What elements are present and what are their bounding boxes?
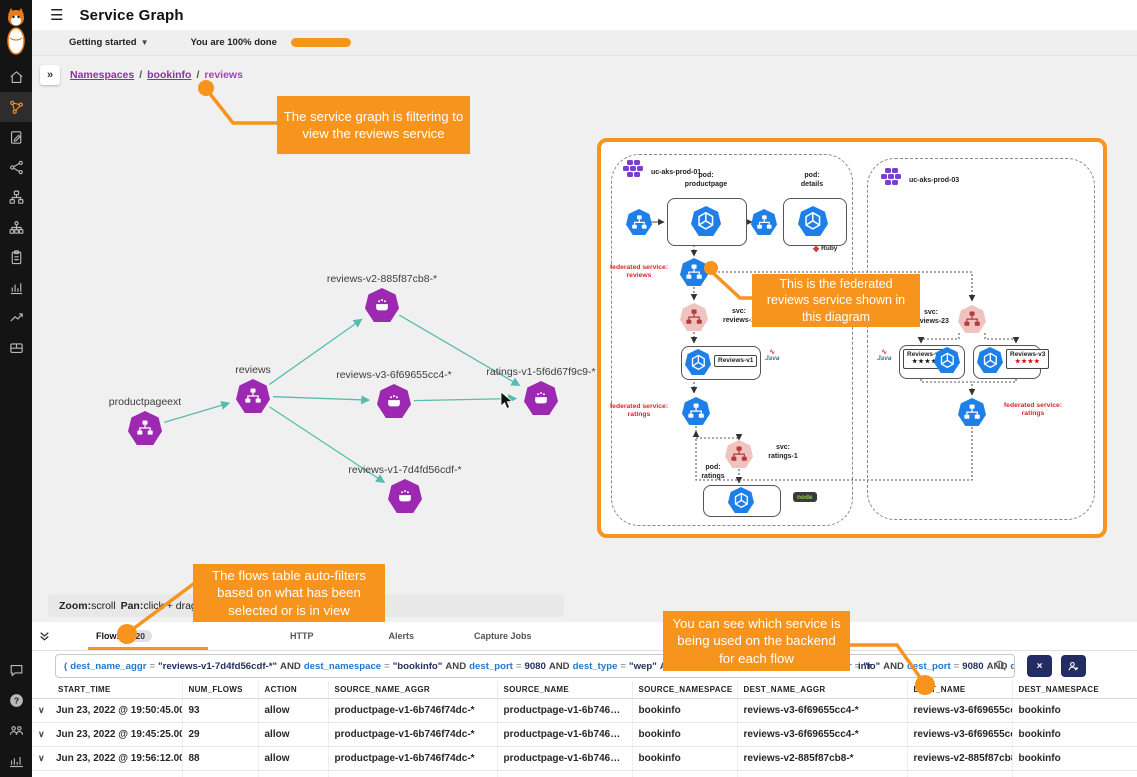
cluster-2-boundary (867, 158, 1095, 520)
java-logo-icon: ∿Java (877, 349, 891, 363)
breadcrumb-reviews: reviews (204, 69, 243, 81)
column-header-source_name[interactable]: SOURCE_NAME (497, 681, 632, 699)
federated-reviews-label: federated service: reviews (603, 264, 675, 281)
pod-ratings-label: pod: ratings (687, 464, 739, 482)
filter-row: (dest_name_aggr="reviews-v1-7d4fd56cdf-*… (32, 651, 1137, 681)
column-header-dest_name[interactable]: DEST_NAME (907, 681, 1012, 699)
breadcrumb: Namespaces / bookinfo / reviews (70, 69, 243, 81)
graph-node-ratings-v1[interactable] (524, 381, 558, 415)
tab-flows[interactable]: Flows20 (86, 622, 162, 650)
breadcrumb-bookinfo[interactable]: bookinfo (147, 69, 191, 81)
cluster-icon (881, 168, 901, 185)
graph-node-label: reviews-v2-885f87cb8-* (327, 273, 437, 285)
reviews-v1-chip: Reviews-v1 (714, 355, 757, 367)
panel-expander-button[interactable]: » (40, 65, 60, 85)
getting-started-dropdown[interactable]: Getting started (69, 37, 137, 48)
sidebar-item-workloads-icon[interactable] (0, 212, 32, 242)
svg-text:?: ? (13, 695, 18, 705)
search-icon (994, 659, 1007, 675)
sidebar-item-dashboards-icon[interactable] (0, 272, 32, 302)
java-logo-icon: ∿Java (765, 349, 779, 363)
sidebar-item-home-icon[interactable] (0, 62, 32, 92)
svc-ratings-1-label: svc: ratings-1 (757, 444, 809, 462)
column-header-source_namespace[interactable]: SOURCE_NAMESPACE (632, 681, 737, 699)
table-row[interactable]: ∨Jun 23, 2022 @ 19:50:45.00093allowprodu… (32, 699, 1137, 723)
sidebar-item-chat-icon[interactable] (0, 655, 32, 685)
pod-productpage-label: pod: productpage (661, 172, 751, 190)
ruby-logo-icon: ◆Ruby (813, 244, 837, 253)
sidebar: ? (0, 0, 32, 777)
row-expand-chevron-icon[interactable]: ∨ (38, 729, 56, 740)
cluster-icon (623, 160, 643, 177)
progress-bar (291, 38, 351, 47)
graph-node-reviews-v1[interactable] (388, 479, 422, 513)
column-header-dest_namespace[interactable]: DEST_NAMESPACE (1012, 681, 1137, 699)
federation-diagram-panel: uc-aks-prod-01 pod: productpage pod: det… (597, 138, 1107, 538)
column-header-num_flows[interactable]: NUM_FLOWS (182, 681, 258, 699)
federated-ratings-label: federated service: ratings (603, 403, 675, 420)
row-expand-chevron-icon[interactable]: ∨ (38, 753, 56, 764)
flows-table: START_TIMENUM_FLOWSACTIONSOURCE_NAME_AGG… (32, 681, 1137, 777)
sidebar-item-users-icon[interactable] (0, 715, 32, 745)
tab-capture-jobs[interactable]: Capture Jobs (464, 622, 542, 650)
service-graph-page: { "app": {"title": "Service Graph"}, "co… (0, 0, 1137, 777)
graph-node-label: ratings-v1-5f6d67f9c9-* (486, 366, 595, 378)
clear-filter-button[interactable]: × (1027, 655, 1052, 677)
breadcrumb-separator: / (139, 69, 142, 81)
flows-panel: Flows20 HTTP Alerts Capture Jobs (dest_name… (32, 622, 1137, 777)
tab-count-badge: 20 (129, 630, 152, 642)
callout-backend: You can see which service is being used … (663, 611, 850, 671)
federated-ratings-2-label: federated service: ratings (993, 402, 1073, 419)
row-expand-chevron-icon[interactable]: ∨ (38, 705, 56, 716)
callout-federated: This is the federated reviews service sh… (752, 274, 920, 327)
sidebar-item-policies-icon[interactable] (0, 122, 32, 152)
sidebar-item-endpoints-icon[interactable] (0, 182, 32, 212)
graph-node-label: reviews (235, 364, 271, 376)
reviews-v3-chip: Reviews-v3★★★★ (1006, 349, 1049, 369)
sidebar-item-help-icon[interactable]: ? (0, 685, 32, 715)
nodejs-logo-icon: node (793, 492, 817, 502)
tab-http[interactable]: HTTP (280, 622, 324, 650)
column-header-action[interactable]: ACTION (258, 681, 328, 699)
service-graph-canvas[interactable]: » Namespaces / bookinfo / reviews productpag… (32, 56, 1137, 622)
callout-flows-filter: The flows table auto-filters based on wh… (193, 564, 385, 622)
hamburger-menu-icon[interactable]: ☰ (50, 8, 63, 23)
graph-node-label: productpageext (109, 396, 181, 408)
column-header-dest_name_aggr[interactable]: DEST_NAME_AGGR (737, 681, 907, 699)
graph-node-reviews[interactable] (236, 379, 270, 413)
pod-details-label: pod: details (771, 172, 853, 190)
table-row[interactable]: ∨Jun 23, 2022 @ 19:45:25.00029allowprodu… (32, 723, 1137, 747)
flows-filter-input[interactable]: (dest_name_aggr="reviews-v1-7d4fd56cdf-*… (55, 654, 1015, 678)
column-header-source_name_aggr[interactable]: SOURCE_NAME_AGGR (328, 681, 497, 699)
tigera-cat-logo-icon[interactable] (0, 0, 32, 62)
breadcrumb-namespaces[interactable]: Namespaces (70, 69, 134, 81)
collapse-panel-icon[interactable] (38, 630, 51, 643)
sidebar-item-archives-icon[interactable] (0, 332, 32, 362)
table-row[interactable]: ∨Jun 23, 2022 @ 19:56:12.00088allowprodu… (32, 747, 1137, 771)
graph-node-label: reviews-v1-7d4fd56cdf-* (348, 464, 461, 476)
cluster-2-name: uc-aks-prod-03 (909, 177, 959, 186)
onboarding-status: You are 100% done (190, 37, 276, 48)
callout-graph-filter: The service graph is filtering to view t… (277, 96, 470, 154)
chevron-down-icon: ▼ (141, 38, 149, 47)
sidebar-item-network-sets-icon[interactable] (0, 152, 32, 182)
flows-tabs: Flows20 HTTP Alerts Capture Jobs (32, 622, 1137, 651)
tab-alerts[interactable]: Alerts (378, 622, 424, 650)
sidebar-item-usage-chart-icon[interactable] (0, 745, 32, 775)
sidebar-item-service-graph-icon[interactable] (0, 92, 32, 122)
graph-node-productpageext[interactable] (128, 411, 162, 445)
table-row[interactable]: ∨Jun 23, 2022 @ 19:50:45.00072allowprodu… (32, 771, 1137, 777)
breadcrumb-separator: / (196, 69, 199, 81)
graph-node-reviews-v2[interactable] (365, 288, 399, 322)
top-bar: ☰ Service Graph (32, 0, 1137, 31)
sidebar-item-trends-icon[interactable] (0, 302, 32, 332)
onboarding-bar: Getting started ▼ You are 100% done (32, 30, 1137, 56)
graph-node-label: reviews-v3-6f69655cc4-* (336, 369, 452, 381)
sidebar-item-compliance-icon[interactable] (0, 242, 32, 272)
page-title: Service Graph (79, 7, 183, 24)
graph-node-reviews-v3[interactable] (377, 384, 411, 418)
user-filter-button[interactable] (1061, 655, 1086, 677)
column-header-start_time[interactable]: START_TIME (32, 681, 182, 699)
